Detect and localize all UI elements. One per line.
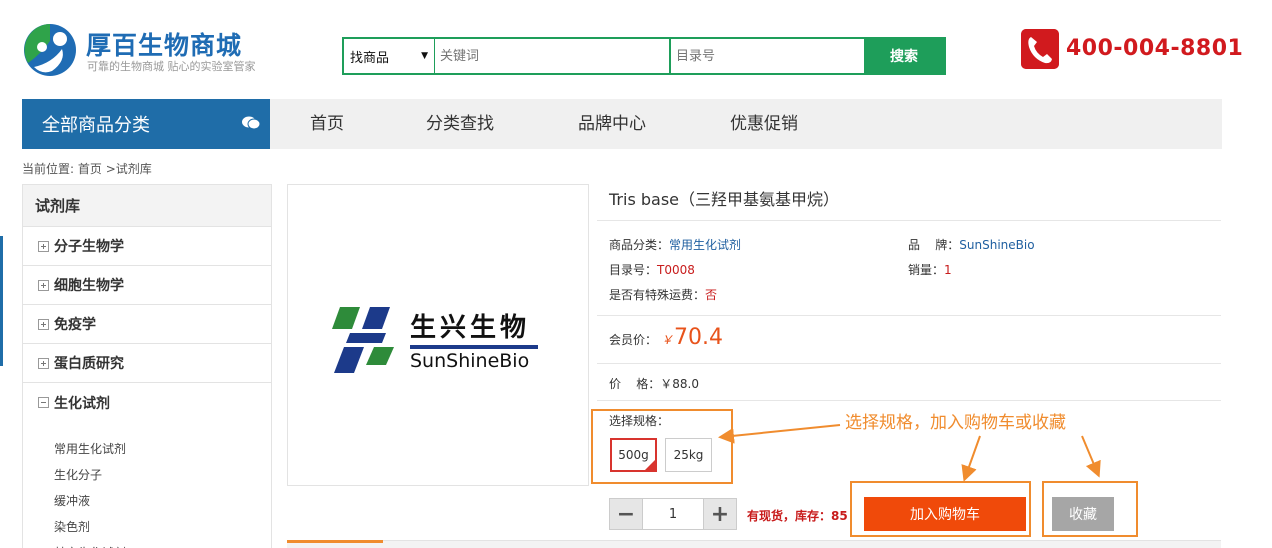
quantity-input[interactable]: 1 [642,499,704,529]
nav-item-category-search[interactable]: 分类查找 [426,99,494,149]
breadcrumb-prefix: 当前位置: [22,162,75,176]
phone-icon [1021,29,1059,69]
detail-tab-bar [287,540,1221,548]
sidebar-category-cell-biology[interactable]: 细胞生物学 [23,266,271,305]
sidebar-subitem[interactable]: 其它生化试剂 [23,540,271,548]
brand-logo-underline [410,345,538,349]
list-price-label: 价 格： [609,377,661,391]
sidebar-category-immunology[interactable]: 免疫学 [23,305,271,344]
member-price: 会员价： ￥ 70.4 [609,325,723,350]
sidebar-category-molecular-biology[interactable]: 分子生物学 [23,227,271,266]
brand-label: 品 牌： [908,238,960,252]
sidebar-category-label: 蛋白质研究 [54,356,124,372]
category-label: 商品分类： [609,238,670,252]
sales-value: 1 [944,263,952,277]
sidebar-title: 试剂库 [23,185,271,227]
sidebar-category-protein-research[interactable]: 蛋白质研究 [23,344,271,383]
site-logo-icon [24,24,76,76]
divider [597,315,1221,316]
catalog-label: 目录号： [609,263,658,277]
sidebar-category-label: 免疫学 [54,317,96,333]
category-link[interactable]: 常用生化试剂 [669,238,741,252]
breadcrumb-separator: > [105,162,116,176]
sidebar-category-biochemical-reagents[interactable]: 生化试剂 [23,383,271,422]
breadcrumb-current[interactable]: 试剂库 [116,162,152,176]
sidebar-category-label: 生化试剂 [54,395,110,412]
expand-icon [38,279,49,291]
decrease-quantity-button[interactable]: − [610,499,642,529]
brand-name: 厚百生物商城 [86,31,243,60]
nav-item-promotions[interactable]: 优惠促销 [730,99,798,149]
category-sidebar: 试剂库 分子生物学 细胞生物学 免疫学 蛋白质研究 生化试剂 常用生化试剂 生化… [22,184,272,548]
collapse-icon [38,397,49,408]
left-edge-accent [0,236,3,366]
increase-quantity-button[interactable]: + [704,499,736,529]
brand-link[interactable]: SunShineBio [959,238,1034,252]
special-shipping-value: 否 [705,288,718,302]
product-brand: 品 牌：SunShineBio [908,236,1035,253]
sales-label: 销量： [908,263,945,277]
main-nav: 全部商品分类 首页 分类查找 品牌中心 优惠促销 [22,99,1222,149]
member-price-value: 70.4 [674,325,724,350]
annotation-highlight-favorite [1042,481,1138,537]
sidebar-subitem[interactable]: 染色剂 [23,514,271,540]
active-tab-indicator [287,540,383,543]
keyword-input[interactable] [435,39,671,73]
search-scope-label: 找商品 [350,50,390,66]
expand-icon [38,318,49,330]
all-categories-label: 全部商品分类 [42,115,150,136]
search-bar: 找商品 ▼ 搜索 [342,37,946,75]
currency-symbol: ￥ [661,333,674,347]
sidebar-subitem[interactable]: 生化分子 [23,462,271,488]
sidebar-subitem[interactable]: 缓冲液 [23,488,271,514]
stock-status: 有现货，库存：85 [747,509,848,523]
annotation-text: 选择规格，加入购物车或收藏 [845,413,1066,433]
list-price-value: ￥88.0 [660,377,699,391]
catalog-number-input[interactable] [671,39,864,73]
brand-logo-english: SunShineBio [410,350,530,372]
product-catalog-number: 目录号：T0008 [609,261,695,278]
search-scope-select[interactable]: 找商品 ▼ [344,39,435,73]
brand-logo-chinese: 生兴生物 [410,313,531,343]
catalog-value: T0008 [657,263,695,277]
breadcrumb-home[interactable]: 首页 [78,162,102,176]
special-shipping-label: 是否有特殊运费： [609,288,706,302]
search-button[interactable]: 搜索 [864,39,944,73]
divider [597,363,1221,364]
divider [597,220,1221,221]
sidebar-subitem[interactable]: 常用生化试剂 [23,436,271,462]
product-category: 商品分类：常用生化试剂 [609,236,741,253]
brand-slogan: 可靠的生物商城 贴心的实验室管家 [87,60,256,73]
nav-item-home[interactable]: 首页 [310,99,344,149]
expand-icon [38,357,49,369]
annotation-highlight-specs [591,409,733,484]
product-sales: 销量：1 [908,261,952,278]
nav-item-brand-center[interactable]: 品牌中心 [578,99,646,149]
divider [597,400,1221,401]
annotation-highlight-cart [850,481,1031,537]
breadcrumb: 当前位置: 首页 >试剂库 [22,160,152,177]
special-shipping: 是否有特殊运费：否 [609,286,717,303]
product-image: 生兴生物 SunShineBio [287,184,589,486]
member-price-label: 会员价： [609,333,658,347]
list-price: 价 格：￥88.0 [609,375,699,392]
sunshinebio-logo-icon [332,307,394,373]
chat-icon [242,116,260,130]
sidebar-category-label: 分子生物学 [54,239,124,255]
product-title: Tris base（三羟甲基氨基甲烷） [609,190,840,209]
hotline-number: 400-004-8801 [1066,36,1244,61]
all-categories-button[interactable]: 全部商品分类 [22,99,270,149]
quantity-stepper: − 1 + [609,498,737,530]
expand-icon [38,240,49,252]
caret-down-icon: ▼ [421,51,428,61]
sidebar-category-label: 细胞生物学 [54,278,124,294]
